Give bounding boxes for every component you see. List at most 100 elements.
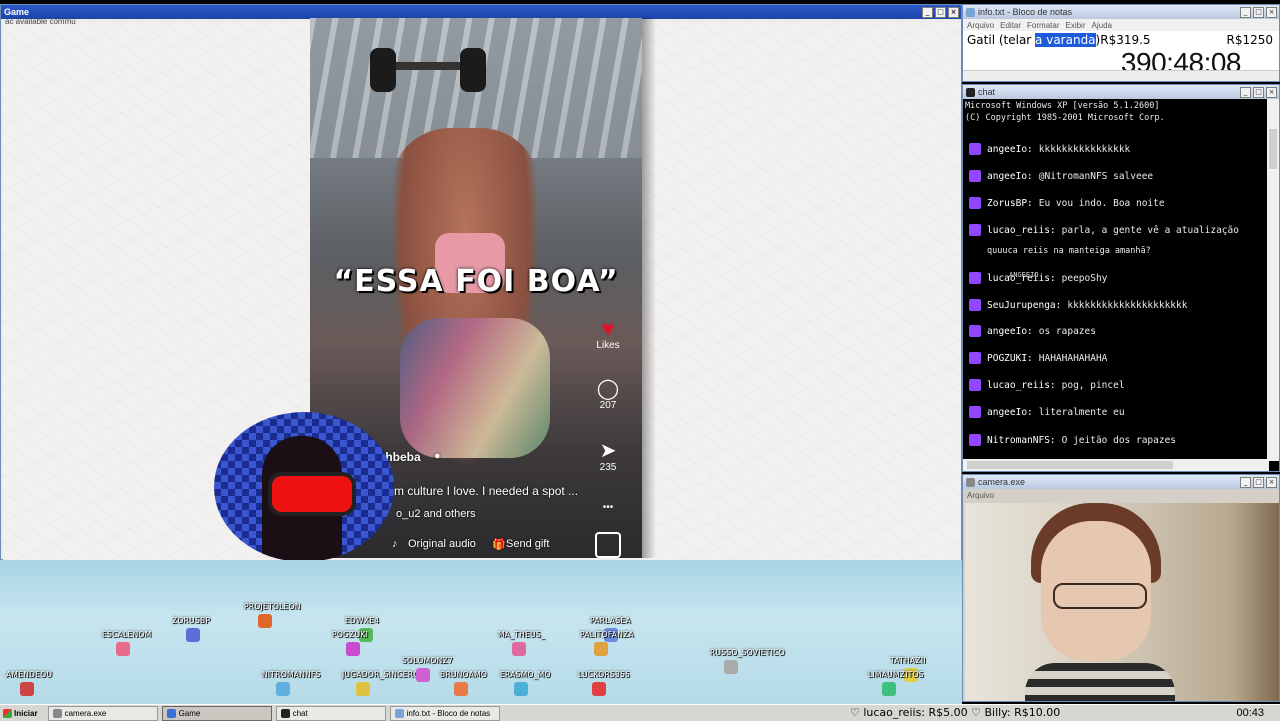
- stream-avatar-sprite: [594, 642, 608, 656]
- chat-username[interactable]: angeeIo:: [987, 326, 1033, 337]
- maximize-button[interactable]: □: [935, 6, 946, 18]
- taskbar-item-chat[interactable]: chat: [275, 705, 386, 721]
- chat-text: O jeitão dos rapazes: [1061, 434, 1177, 446]
- stream-avatar-sprite: [512, 642, 526, 656]
- close-button[interactable]: ×: [948, 6, 959, 18]
- game-titlebar[interactable]: Game _ □ ×: [1, 5, 961, 19]
- dumbbell-bar: [388, 62, 468, 70]
- chat-username[interactable]: POGZUKI:: [987, 353, 1033, 364]
- camera-titlebar[interactable]: camera.exe _ □ ×: [963, 475, 1279, 489]
- menu-formatar[interactable]: Formatar: [1027, 21, 1059, 30]
- chat-text: HAHAHAHAHAHA: [1038, 352, 1108, 364]
- avatar-goggles: [272, 476, 352, 512]
- minimize-button[interactable]: _: [922, 6, 933, 18]
- minimize-button[interactable]: _: [1240, 476, 1251, 488]
- scroll-thumb[interactable]: [1269, 129, 1277, 169]
- leggings: [400, 318, 550, 458]
- taskbar-item-game[interactable]: Game: [161, 705, 272, 721]
- close-button[interactable]: ×: [1266, 6, 1277, 18]
- cam-glasses: [1053, 583, 1147, 609]
- maximize-button[interactable]: □: [1253, 6, 1264, 18]
- chat-username[interactable]: angeeIo:: [987, 407, 1033, 418]
- stream-avatar-name: ZORUSBP: [172, 616, 211, 625]
- start-label: Iniciar: [14, 708, 38, 718]
- chat-text: peepoShy: [1061, 272, 1108, 284]
- video-description[interactable]: m culture I love. I needed a spot ...: [394, 484, 578, 498]
- taskbar-item-camera[interactable]: camera.exe: [47, 705, 158, 721]
- maximize-button[interactable]: □: [1253, 476, 1264, 488]
- notepad-titlebar[interactable]: info.txt - Bloco de notas _ □ ×: [963, 5, 1279, 19]
- chat-window: chat _ □ × Microsoft Windows XP [versão …: [962, 84, 1280, 472]
- chat-username[interactable]: angeeIo:: [987, 144, 1033, 155]
- menu-exibir[interactable]: Exibir: [1065, 21, 1085, 30]
- likes-label: Likes: [596, 340, 620, 351]
- chat-username[interactable]: angeeIo:: [987, 171, 1033, 182]
- chat-text: parla, a gente vê a atualização: [1061, 224, 1239, 236]
- twitch-badge-icon: [969, 434, 981, 446]
- dumbbell-left: [370, 48, 396, 92]
- chat-title: chat: [978, 87, 996, 97]
- audio-disc-icon: [595, 532, 621, 558]
- chat-titlebar[interactable]: chat _ □ ×: [963, 85, 1279, 99]
- stream-avatar-sprite: [116, 642, 130, 656]
- scroll-thumb[interactable]: [967, 461, 1173, 469]
- like-button[interactable]: ♥ Likes: [588, 316, 628, 352]
- close-button[interactable]: ×: [1266, 86, 1277, 98]
- chat-message: angeeIo: os rapazes: [969, 325, 1096, 337]
- notepad-title: info.txt - Bloco de notas: [978, 7, 1073, 17]
- share-button[interactable]: ➤ 235: [588, 440, 628, 473]
- taskbar-item-notepad[interactable]: info.txt - Bloco de notas: [389, 705, 500, 721]
- camera-menubar: Arquivo: [963, 489, 1279, 501]
- chat-message: lucao_reiis: parla, a gente vê a atualiza…: [969, 224, 1239, 236]
- stream-avatars-area: PROJETOLEON ESCALENOM ZORUSBP EDWXE4 POGZUKI…: [0, 560, 962, 704]
- chat-username[interactable]: NitromanNFS:: [987, 435, 1056, 446]
- stream-avatar-sprite: [592, 682, 606, 696]
- notepad-text-area[interactable]: Gatil (telar a varanda)R$319.5 R$1250 39…: [963, 31, 1279, 81]
- chat-message: angeeIo: literalmente eu: [969, 406, 1125, 418]
- close-button[interactable]: ×: [1266, 476, 1277, 488]
- chat-username[interactable]: lucao_reiis:: [987, 225, 1056, 236]
- more-button[interactable]: •••: [588, 502, 628, 513]
- chat-message: angeeIo: kkkkkkkkkkkkkkkk: [969, 143, 1130, 155]
- camera-window: camera.exe _ □ × Arquivo: [962, 474, 1280, 702]
- chat-username[interactable]: lucao_reiis:: [987, 380, 1056, 391]
- audio-label[interactable]: Original audio: [408, 538, 476, 550]
- maximize-button[interactable]: □: [1253, 86, 1264, 98]
- twitch-badge-icon: [969, 299, 981, 311]
- menu-ajuda[interactable]: Ajuda: [1092, 21, 1112, 30]
- menu-editar[interactable]: Editar: [1000, 21, 1021, 30]
- minimize-button[interactable]: _: [1240, 86, 1251, 98]
- chat-vscrollbar[interactable]: [1267, 99, 1279, 461]
- chat-message: SeuJurupenga: kkkkkkkkkkkkkkkkkkkkk: [969, 299, 1187, 311]
- chat-text: Eu vou indo. Boa noite: [1038, 197, 1165, 209]
- menu-arquivo[interactable]: Arquivo: [967, 491, 994, 500]
- stream-avatar-sprite: [724, 660, 738, 674]
- notepad-icon: [394, 708, 404, 718]
- cmd-icon: [966, 87, 975, 97]
- twitch-badge-icon: [969, 325, 981, 337]
- chat-message: angeeIo: @NitromanNFS salveee: [969, 170, 1153, 182]
- shares-count: 235: [599, 462, 617, 473]
- chat-text: @NitromanNFS salveee: [1038, 170, 1154, 182]
- menu-arquivo[interactable]: Arquivo: [967, 21, 994, 30]
- send-gift-label[interactable]: Send gift: [506, 538, 549, 550]
- stream-avatar-sprite: [514, 682, 528, 696]
- chat-message: quuuca reiis na manteiga amanhã?: [987, 246, 1151, 256]
- chat-username[interactable]: ZorusBP:: [987, 198, 1033, 209]
- webcam-feed: [965, 503, 1279, 701]
- minimize-button[interactable]: _: [1240, 6, 1251, 18]
- heart-icon: ♥: [601, 316, 615, 341]
- chat-username[interactable]: SeuJurupenga:: [987, 300, 1061, 311]
- stream-avatar-name: LUCKORS355: [578, 670, 631, 679]
- goal-suffix: )R$319.5: [1095, 33, 1151, 47]
- stream-avatar-name: POGZUKI: [332, 630, 369, 639]
- chat-hscrollbar[interactable]: [963, 459, 1269, 471]
- start-button[interactable]: Iniciar: [0, 706, 44, 720]
- audio-disc[interactable]: [588, 532, 628, 558]
- notepad-hscrollbar[interactable]: [963, 70, 1279, 81]
- twitch-badge-icon: [969, 197, 981, 209]
- camera-title: camera.exe: [978, 477, 1026, 487]
- cam-shirt: [1025, 663, 1175, 701]
- comment-button[interactable]: ◯ 207: [588, 378, 628, 411]
- video-shadow: [642, 18, 656, 558]
